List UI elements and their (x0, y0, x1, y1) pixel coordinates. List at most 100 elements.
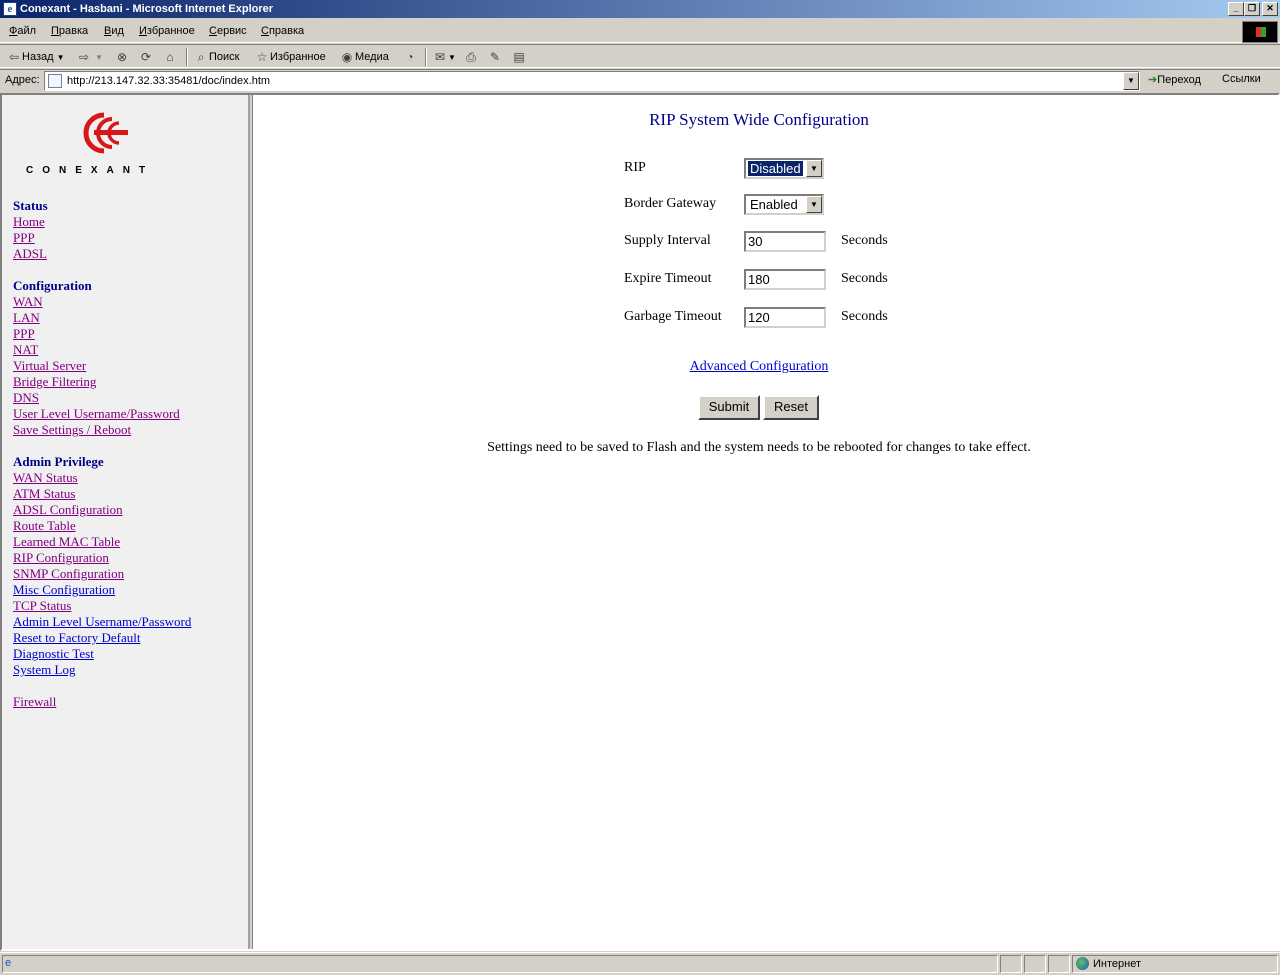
nav-admin-rip-config[interactable]: RIP Configuration (13, 550, 109, 566)
close-button[interactable]: ✕ (1262, 2, 1278, 16)
supply-interval-unit: Seconds (841, 233, 888, 248)
border-gateway-select[interactable]: Enabled ▼ (744, 194, 824, 215)
nav-admin-factory-reset[interactable]: Reset to Factory Default (13, 630, 140, 646)
ie-icon: e (3, 2, 17, 16)
conexant-logo-icon (83, 112, 128, 154)
go-button[interactable]: ➔Переход (1148, 73, 1201, 86)
address-label: Адрес: (5, 74, 40, 86)
edit-button[interactable]: ✎ (487, 49, 503, 65)
nav-config-ppp[interactable]: PPP (13, 326, 35, 342)
rip-selected-value: Disabled (747, 160, 804, 177)
menu-help[interactable]: Справка (261, 25, 304, 37)
address-input[interactable]: http://213.147.32.33:35481/doc/index.htm… (44, 71, 1140, 91)
reboot-note: Settings need to be saved to Flash and t… (487, 440, 1031, 455)
address-bar: Адрес: http://213.147.32.33:35481/doc/in… (0, 69, 1280, 92)
nav-admin-tcp-status[interactable]: TCP Status (13, 598, 71, 614)
stop-button[interactable]: ⊗ (114, 49, 130, 65)
favorites-icon: ☆ (256, 50, 268, 64)
status-bar: e Интернет (0, 952, 1280, 975)
conexant-logo: CONEXANT (22, 109, 192, 179)
menu-file[interactable]: Файл (9, 25, 36, 37)
nav-config-save-reboot[interactable]: Save Settings / Reboot (13, 422, 131, 438)
nav-status-adsl[interactable]: ADSL (13, 246, 47, 262)
nav-status-ppp[interactable]: PPP (13, 230, 35, 246)
nav-config-user-password[interactable]: User Level Username/Password (13, 406, 180, 422)
back-button[interactable]: ⇦ Назад ▼ (6, 49, 65, 65)
menu-tools[interactable]: Сервис (209, 25, 247, 37)
refresh-button[interactable]: ⟳ (138, 49, 154, 65)
frame-divider[interactable] (250, 95, 253, 949)
edit-icon: ✎ (489, 50, 501, 64)
garbage-timeout-input[interactable]: 120 (744, 307, 826, 328)
home-button[interactable]: ⌂ (162, 49, 178, 65)
status-heading: Status (13, 198, 48, 213)
home-icon: ⌂ (166, 50, 174, 64)
expire-timeout-input[interactable]: 180 (744, 269, 826, 290)
nav-admin-diagnostic-test[interactable]: Diagnostic Test (13, 646, 94, 662)
nav-config-wan[interactable]: WAN (13, 294, 43, 310)
title-bar: e Conexant - Hasbani - Microsoft Interne… (0, 0, 1280, 18)
main-frame: RIP System Wide Configuration RIP Disabl… (254, 95, 1278, 949)
nav-admin-adsl-config[interactable]: ADSL Configuration (13, 502, 123, 518)
nav-admin-misc-config[interactable]: Misc Configuration (13, 582, 115, 598)
favorites-button[interactable]: ☆ Избранное (254, 49, 326, 65)
search-button[interactable]: ⌕ Поиск (193, 49, 240, 65)
browser-content: CONEXANT Status Home PPP ADSL Configurat… (0, 93, 1280, 951)
nav-config-lan[interactable]: LAN (13, 310, 40, 326)
nav-config-nat[interactable]: NAT (13, 342, 38, 358)
nav-admin-wan-status[interactable]: WAN Status (13, 470, 78, 486)
status-pane (1048, 955, 1070, 973)
submit-button[interactable]: Submit (698, 395, 760, 420)
chevron-down-icon: ▼ (806, 196, 822, 213)
menu-favorites[interactable]: Избранное (139, 25, 195, 37)
forward-button[interactable]: ⇨ ▼ (76, 49, 103, 65)
border-gateway-label: Border Gateway (624, 196, 717, 211)
supply-interval-label: Supply Interval (624, 233, 711, 248)
chevron-down-icon: ▼ (806, 160, 822, 177)
nav-config-bridge-filtering[interactable]: Bridge Filtering (13, 374, 96, 390)
menu-bar: Файл Правка Вид Избранное Сервис Справка (0, 21, 1280, 43)
mail-button[interactable]: ✉ ▼ (432, 49, 456, 65)
nav-admin-system-log[interactable]: System Log (13, 662, 75, 678)
media-button[interactable]: ◉ Медиа (339, 49, 389, 65)
nav-admin-snmp-config[interactable]: SNMP Configuration (13, 566, 124, 582)
restore-button[interactable]: ❐ (1244, 2, 1260, 16)
status-text-pane: e (2, 955, 998, 973)
nav-config-virtual-server[interactable]: Virtual Server (13, 358, 86, 374)
garbage-timeout-unit: Seconds (841, 309, 888, 324)
rip-label: RIP (624, 160, 646, 175)
print-button[interactable]: ⎙ (463, 49, 479, 65)
zone-label: Интернет (1093, 958, 1141, 970)
reset-button[interactable]: Reset (763, 395, 819, 420)
discuss-button[interactable]: ▤ (511, 49, 527, 65)
search-icon: ⌕ (197, 50, 205, 64)
nav-firewall[interactable]: Firewall (13, 694, 56, 710)
nav-admin-route-table[interactable]: Route Table (13, 518, 76, 534)
supply-interval-input[interactable]: 30 (744, 231, 826, 252)
status-pane (1024, 955, 1046, 973)
menu-edit[interactable]: Правка (51, 25, 88, 37)
admin-heading: Admin Privilege (13, 454, 104, 469)
nav-admin-atm-status[interactable]: ATM Status (13, 486, 75, 502)
page-icon (48, 74, 62, 88)
nav-admin-mac-table[interactable]: Learned MAC Table (13, 534, 120, 550)
history-button[interactable]: ◔ (402, 49, 418, 65)
links-button[interactable]: Ссылки (1222, 73, 1261, 85)
logo-text: CONEXANT (26, 165, 155, 176)
back-arrow-icon: ⇦ (8, 50, 20, 64)
nav-admin-password[interactable]: Admin Level Username/Password (13, 614, 191, 630)
advanced-configuration-link[interactable]: Advanced Configuration (690, 359, 829, 374)
nav-status-home[interactable]: Home (13, 214, 45, 230)
expire-timeout-unit: Seconds (841, 271, 888, 286)
border-gateway-selected-value: Enabled (750, 197, 798, 212)
minimize-button[interactable]: _ (1228, 2, 1244, 16)
expire-timeout-label: Expire Timeout (624, 271, 712, 286)
address-dropdown-icon[interactable]: ▼ (1123, 72, 1139, 90)
page-title: RIP System Wide Configuration (649, 110, 869, 129)
refresh-icon: ⟳ (140, 50, 152, 64)
zone-pane: Интернет (1072, 955, 1278, 973)
menu-view[interactable]: Вид (104, 25, 124, 37)
stop-icon: ⊗ (116, 50, 128, 64)
rip-select[interactable]: Disabled ▼ (744, 158, 824, 179)
nav-config-dns[interactable]: DNS (13, 390, 39, 406)
